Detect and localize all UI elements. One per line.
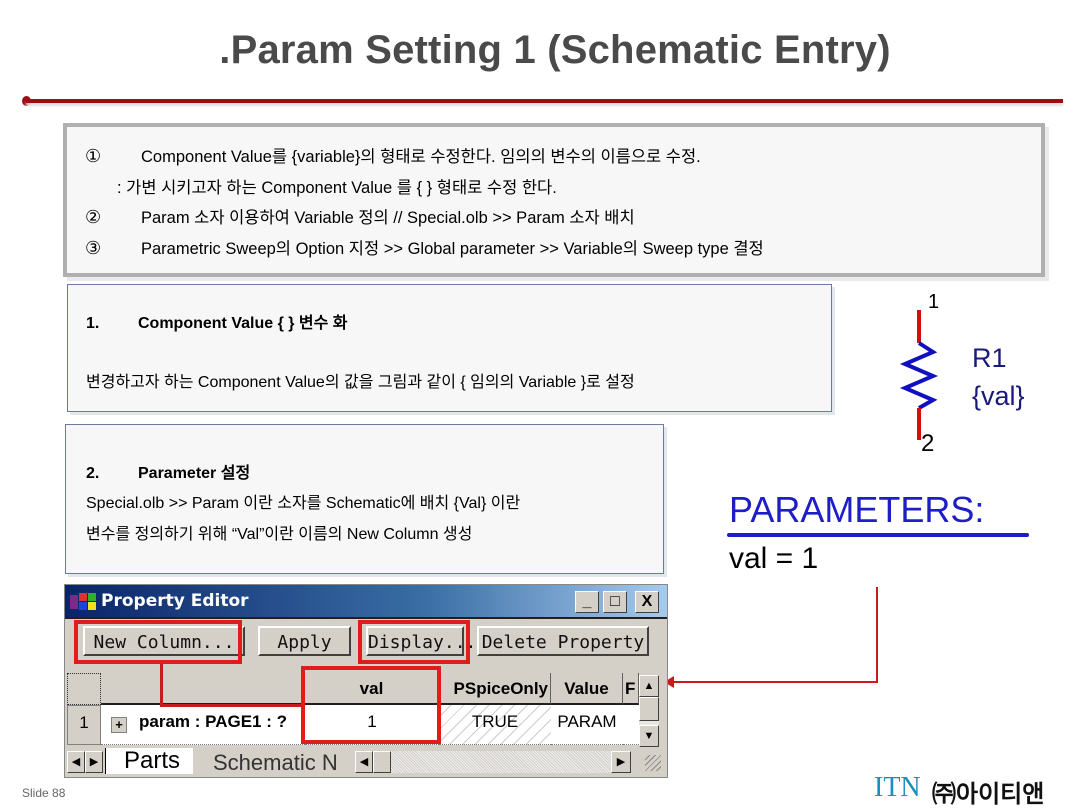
summary-line: ① Component Value를 {variable}의 형태로 수정한다. … [85, 143, 701, 167]
highlight-connector-vertical [160, 664, 163, 706]
scroll-thumb[interactable] [639, 697, 659, 721]
company-logo: ITN [874, 772, 921, 803]
pin-2-label: 2 [921, 430, 935, 457]
step1-heading-text: Component Value { } 변수 화 [138, 315, 348, 332]
resistor-symbol [899, 310, 939, 440]
row-name[interactable]: param : PAGE1 : ? [101, 705, 305, 745]
step1-text: 변경하고자 하는 Component Value의 값을 그림과 같이 { 임의… [86, 374, 635, 391]
step2-line1: Special.olb >> Param 이란 소자를 Schematic에 배… [86, 495, 521, 512]
minimize-button[interactable]: _ [575, 591, 599, 613]
column-header-value[interactable]: Value [551, 673, 623, 705]
resistor-zigzag [899, 341, 939, 410]
close-button[interactable]: X [635, 591, 659, 613]
parameters-value: val = 1 [729, 542, 819, 575]
cell-f[interactable] [623, 705, 639, 745]
highlight-connector-horizontal [160, 704, 301, 707]
tab-scroll-right-button[interactable]: ▶ [85, 751, 103, 773]
column-header-pspiceonly[interactable]: PSpiceOnly [439, 673, 551, 705]
step2-heading-text: Parameter 설정 [138, 465, 251, 482]
step-number: ① [85, 146, 102, 166]
hscroll-thumb[interactable] [373, 751, 391, 773]
apply-button[interactable]: Apply [258, 626, 351, 656]
tab-scroll-left-button[interactable]: ◀ [67, 751, 85, 773]
step-number: ③ [85, 238, 102, 258]
highlight-display [358, 620, 470, 664]
grid-header-name [101, 673, 305, 705]
summary-text: Component Value를 {variable}의 형태로 수정한다. 임… [141, 148, 701, 166]
hscroll-track[interactable] [391, 751, 611, 773]
summary-line: ② Param 소자 이용하여 Variable 정의 // Special.ol… [85, 204, 635, 228]
step1-box: 1. Component Value { } 변수 화 변경하고자 하는 Comp… [67, 284, 832, 412]
parameters-title: PARAMETERS: [729, 489, 985, 530]
tab-parts[interactable]: Parts [105, 748, 193, 774]
highlight-new-column [74, 620, 242, 664]
pin-1-label: 1 [928, 291, 940, 313]
summary-line: ③ Parametric Sweep의 Option 지정 >> Global p… [85, 235, 764, 259]
scroll-down-button[interactable]: ▼ [639, 725, 659, 747]
slide-number: Slide 88 [22, 786, 66, 800]
summary-text: Param 소자 이용하여 Variable 정의 // Special.olb… [141, 209, 635, 227]
summary-line: : 가변 시키고자 하는 Component Value 를 { } 형태로 수… [117, 174, 557, 198]
expand-icon[interactable]: + [111, 717, 127, 733]
company-name: ㈜아이티앤 [932, 781, 1045, 808]
connector-line-vertical [876, 587, 878, 683]
cell-value[interactable]: PARAM [551, 705, 623, 745]
hscroll-right-button[interactable]: ▶ [611, 751, 631, 773]
titlebar-divider [65, 617, 667, 619]
maximize-button[interactable]: □ [603, 591, 627, 613]
resistor-value: {val} [972, 381, 1025, 411]
title-divider [26, 99, 1063, 103]
scroll-up-button[interactable]: ▲ [639, 675, 659, 697]
property-editor-titlebar[interactable]: Property Editor _ □ X [65, 585, 667, 617]
delete-property-button[interactable]: Delete Property [477, 626, 649, 656]
hscroll-left-button[interactable]: ◀ [355, 751, 373, 773]
tab-schematic[interactable]: Schematic N [193, 751, 353, 774]
step2-number: 2. [86, 465, 100, 482]
parameters-underline [727, 533, 1029, 537]
summary-text: Parametric Sweep의 Option 지정 >> Global pa… [141, 240, 764, 258]
grid-corner[interactable] [67, 673, 101, 705]
connector-line-horizontal [672, 681, 878, 683]
slide-title: .Param Setting 1 (Schematic Entry) [219, 28, 891, 72]
resize-grip-icon[interactable] [645, 755, 661, 771]
summary-text: : 가변 시키고자 하는 Component Value 를 { } 형태로 수… [117, 179, 557, 197]
step2-box: 2. Parameter 설정 Special.olb >> Param 이란 소… [65, 424, 664, 574]
step2-heading: 2. Parameter 설정 [86, 459, 250, 483]
resistor-ref: R1 [972, 343, 1007, 373]
row-index[interactable]: 1 [67, 705, 101, 745]
column-header-f[interactable]: F [623, 673, 639, 705]
cell-pspiceonly[interactable]: TRUE [439, 705, 551, 745]
window-title: Property Editor [101, 591, 249, 611]
step1-number: 1. [86, 315, 100, 332]
app-icon [70, 593, 96, 610]
summary-box: ① Component Value를 {variable}의 형태로 수정한다. … [63, 123, 1045, 277]
step1-heading: 1. Component Value { } 변수 화 [86, 309, 348, 333]
step-number: ② [85, 207, 102, 227]
step2-line2: 변수를 정의하기 위해 “Val”이란 이름의 New Column 생성 [86, 526, 473, 543]
highlight-val-column [301, 666, 441, 744]
